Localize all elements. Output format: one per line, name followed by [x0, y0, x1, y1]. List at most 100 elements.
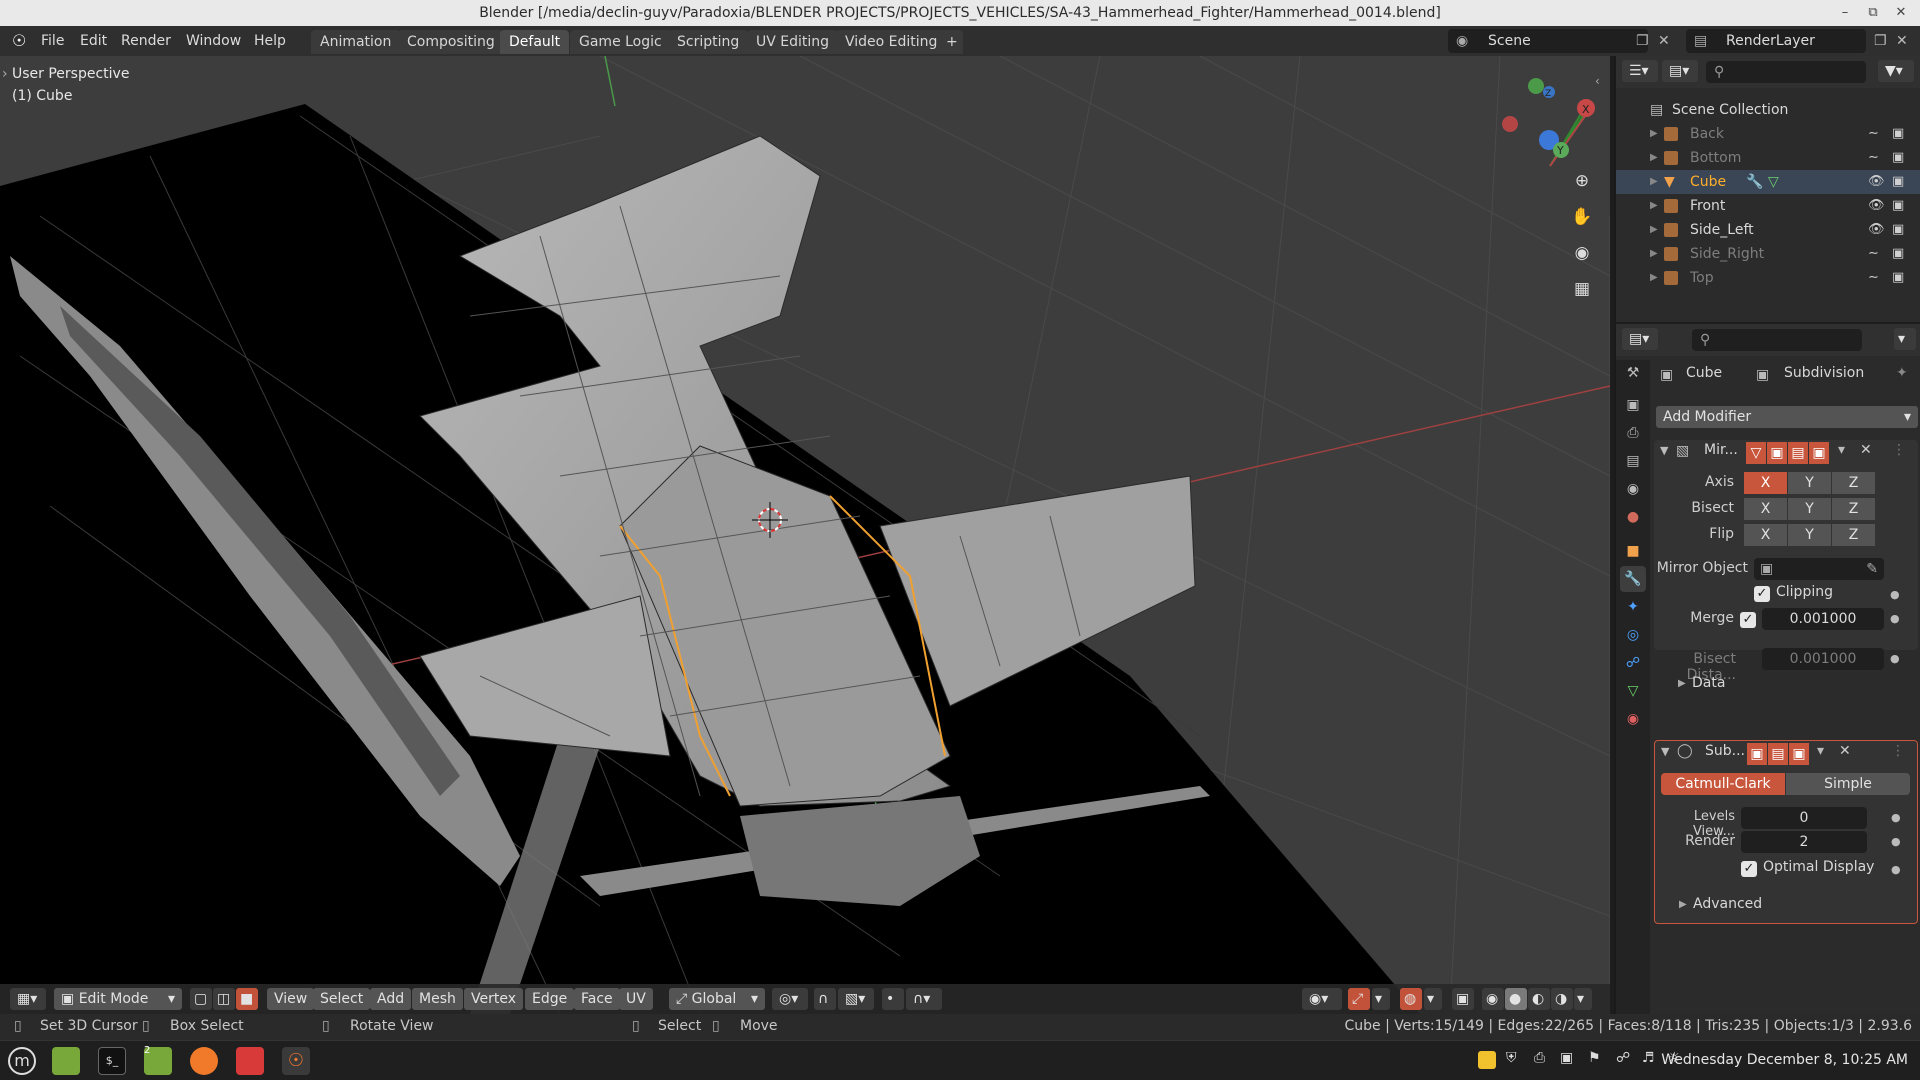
properties-type-icon[interactable]: ▤▾: [1622, 328, 1658, 350]
hidden-eye-icon[interactable]: ∼: [1868, 146, 1879, 170]
bisect-z-toggle[interactable]: Z: [1832, 498, 1875, 520]
collapse-arrow-icon[interactable]: ▼: [1661, 745, 1669, 758]
snap-magnet-icon[interactable]: ∩: [814, 988, 836, 1010]
keyframe-dot-icon[interactable]: ●: [1891, 811, 1901, 824]
mirror-modifier-name[interactable]: Mir...: [1704, 442, 1738, 458]
expand-arrow-icon[interactable]: ▶: [1650, 194, 1658, 218]
bisect-x-toggle[interactable]: X: [1744, 498, 1787, 520]
menu-view[interactable]: View: [267, 988, 315, 1010]
tab-default[interactable]: Default: [500, 30, 570, 54]
tab-uv-editing[interactable]: UV Editing: [747, 30, 839, 54]
menu-launcher-icon[interactable]: m: [8, 1047, 36, 1075]
update-icon[interactable]: ▣: [1560, 1050, 1573, 1066]
outliner-item-side-left[interactable]: ▶ Side_Left 👁 ▣: [1616, 218, 1920, 242]
gizmo-toggle-icon[interactable]: ⤢: [1348, 988, 1370, 1010]
firefox-icon[interactable]: [190, 1047, 218, 1075]
data-tab-icon[interactable]: ▽: [1620, 678, 1646, 704]
solid-shading-icon[interactable]: ●: [1505, 988, 1527, 1010]
falloff-icon[interactable]: ∩▾: [906, 988, 942, 1010]
menu-mesh[interactable]: Mesh: [412, 988, 463, 1010]
menu-edge[interactable]: Edge: [525, 988, 575, 1010]
viewport-toggle-icon[interactable]: ▤: [1768, 743, 1788, 765]
terminal-icon[interactable]: $_: [98, 1047, 126, 1075]
axis-y-toggle[interactable]: Y: [1788, 472, 1831, 494]
physics-tab-icon[interactable]: ◎: [1620, 622, 1646, 648]
3d-viewport[interactable]: X Y Z › User Perspective (1) Cube ‹ ⊕ ✋ …: [0, 56, 1610, 1014]
advanced-subpanel-label[interactable]: Advanced: [1693, 896, 1762, 912]
menu-vertex[interactable]: Vertex: [464, 988, 524, 1010]
vertex-select-icon[interactable]: ▢: [190, 988, 212, 1010]
chevron-down-icon[interactable]: ▾: [1838, 442, 1845, 458]
keyframe-dot-icon[interactable]: ●: [1891, 863, 1901, 876]
expand-arrow-icon[interactable]: ▶: [1650, 122, 1658, 146]
new-layer-icon[interactable]: ❐: [1868, 30, 1893, 52]
particles-tab-icon[interactable]: ✦: [1620, 594, 1646, 620]
shield-icon[interactable]: ⛨: [1506, 1050, 1517, 1066]
properties-search-input[interactable]: ⚲: [1692, 329, 1862, 351]
filter-icon[interactable]: ▼▾: [1878, 60, 1914, 82]
menu-file[interactable]: File: [35, 30, 70, 52]
flip-x-toggle[interactable]: X: [1744, 524, 1787, 546]
outliner-item-front[interactable]: ▶ Front 👁 ▣: [1616, 194, 1920, 218]
display-mode-icon[interactable]: ▤▾: [1662, 60, 1698, 82]
tab-game-logic[interactable]: Game Logic: [570, 30, 671, 54]
expand-arrow-icon[interactable]: ▶: [1650, 218, 1658, 242]
tool-tab-icon[interactable]: ⚒: [1620, 360, 1646, 386]
modifier-wrench-icon[interactable]: 🔧: [1746, 170, 1763, 194]
mode-selector[interactable]: ▣ Edit Mode ▾: [54, 988, 182, 1010]
axis-z-toggle[interactable]: Z: [1832, 472, 1875, 494]
menu-window[interactable]: Window: [180, 30, 247, 52]
merge-checkbox[interactable]: ✓: [1740, 612, 1756, 628]
constraints-tab-icon[interactable]: ☍: [1620, 650, 1646, 676]
shading-dropdown-icon[interactable]: ▾: [1574, 988, 1592, 1010]
gizmo-dropdown-icon[interactable]: ▾: [1372, 988, 1390, 1010]
overlays-toggle-icon[interactable]: ◍: [1400, 988, 1422, 1010]
tab-scripting[interactable]: Scripting: [668, 30, 749, 54]
ortho-grid-icon[interactable]: ▦: [1567, 274, 1597, 304]
bisect-distance-field[interactable]: 0.001000: [1762, 648, 1884, 670]
expand-arrow-icon[interactable]: ▶: [1650, 266, 1658, 290]
view-layer-tab-icon[interactable]: ▤: [1620, 448, 1646, 474]
expand-arrow-icon[interactable]: ▶: [1650, 242, 1658, 266]
remove-modifier-icon[interactable]: ✕: [1860, 442, 1872, 458]
camera-view-icon[interactable]: ◉: [1567, 238, 1597, 268]
flip-z-toggle[interactable]: Z: [1832, 524, 1875, 546]
hidden-eye-icon[interactable]: ∼: [1868, 266, 1879, 290]
render-camera-icon[interactable]: ▣: [1892, 194, 1904, 218]
hidden-eye-icon[interactable]: ∼: [1868, 122, 1879, 146]
outliner-item-top[interactable]: ▶ Top ∼ ▣: [1616, 266, 1920, 290]
edge-select-icon[interactable]: ◫: [213, 988, 235, 1010]
keyframe-dot-icon[interactable]: ●: [1891, 835, 1901, 848]
bisect-y-toggle[interactable]: Y: [1788, 498, 1831, 520]
xray-icon[interactable]: ▣: [1452, 988, 1474, 1010]
zoom-icon[interactable]: ⊕: [1567, 166, 1597, 196]
material-shading-icon[interactable]: ◐: [1528, 988, 1550, 1010]
render-camera-icon[interactable]: ▣: [1892, 266, 1904, 290]
menu-render[interactable]: Render: [115, 30, 177, 52]
scene-tab-icon[interactable]: ◉: [1620, 476, 1646, 502]
tab-compositing[interactable]: Compositing: [398, 30, 504, 54]
blender-logo-icon[interactable]: ☉: [6, 30, 32, 52]
eyedropper-icon[interactable]: ✎: [1866, 558, 1884, 580]
navigation-gizmo[interactable]: X Y Z: [1502, 78, 1595, 167]
maximize-icon[interactable]: ⧉: [1860, 0, 1886, 26]
volume-icon[interactable]: ♬: [1642, 1050, 1655, 1066]
pin-icon[interactable]: ✦: [1896, 365, 1908, 381]
proportional-edit-icon[interactable]: •: [882, 988, 904, 1010]
render-camera-icon[interactable]: ▣: [1892, 170, 1904, 194]
tray-app-icon[interactable]: [1478, 1051, 1496, 1069]
catmull-clark-button[interactable]: Catmull-Clark: [1661, 773, 1785, 795]
outliner-item-side-right[interactable]: ▶ Side_Right ∼ ▣: [1616, 242, 1920, 266]
minimize-icon[interactable]: –: [1832, 0, 1858, 26]
chevron-down-icon[interactable]: ▾: [1817, 743, 1824, 759]
data-subpanel-label[interactable]: Data: [1692, 675, 1725, 691]
hidden-eye-icon[interactable]: ∼: [1868, 242, 1879, 266]
levels-viewport-field[interactable]: 0: [1741, 807, 1867, 829]
tab-video-editing[interactable]: Video Editing: [836, 30, 947, 54]
keyframe-dot-icon[interactable]: ●: [1890, 588, 1900, 601]
edit-mode-toggle-icon[interactable]: ▣: [1747, 743, 1767, 765]
material-tab-icon[interactable]: ◉: [1620, 706, 1646, 732]
axis-x-toggle[interactable]: X: [1744, 472, 1787, 494]
overlays-dropdown-icon[interactable]: ▾: [1424, 988, 1442, 1010]
pan-hand-icon[interactable]: ✋: [1567, 202, 1597, 232]
